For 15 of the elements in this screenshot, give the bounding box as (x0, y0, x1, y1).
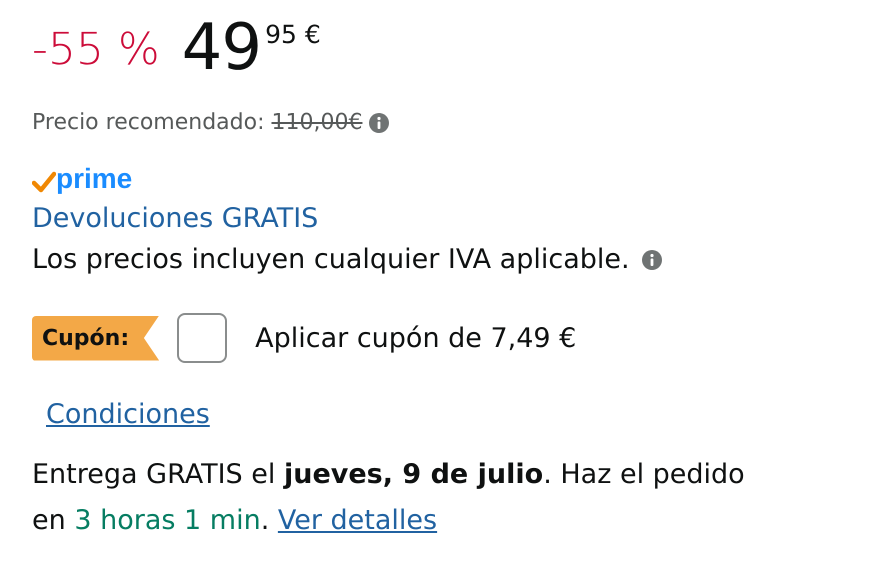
conditions-link[interactable]: Condiciones (46, 399, 210, 430)
list-price: 110,00€ (271, 110, 362, 135)
price: 49$^{95 €}$ (182, 16, 321, 80)
prime-logo: prime (32, 165, 132, 193)
coupon-badge: Cupón: (32, 316, 160, 360)
delivery-message: Entrega GRATIS el jueves, 9 de julio. Haz el pedido en 3 horas 1 min. Ver detalles (32, 458, 746, 538)
free-returns-link[interactable]: Devoluciones GRATIS (32, 203, 318, 234)
info-icon[interactable] (369, 112, 390, 132)
tax-note: Los precios incluyen cualquier IVA aplicable. (32, 244, 630, 275)
info-icon[interactable] (642, 250, 662, 270)
coupon-label: Aplicar cupón de 7,49 € (255, 322, 576, 354)
list-price-label: Precio recomendado: (32, 110, 264, 135)
coupon-checkbox[interactable] (177, 313, 228, 363)
details-link[interactable]: Ver detalles (278, 505, 438, 536)
discount-percentage: -55 % (32, 24, 160, 75)
